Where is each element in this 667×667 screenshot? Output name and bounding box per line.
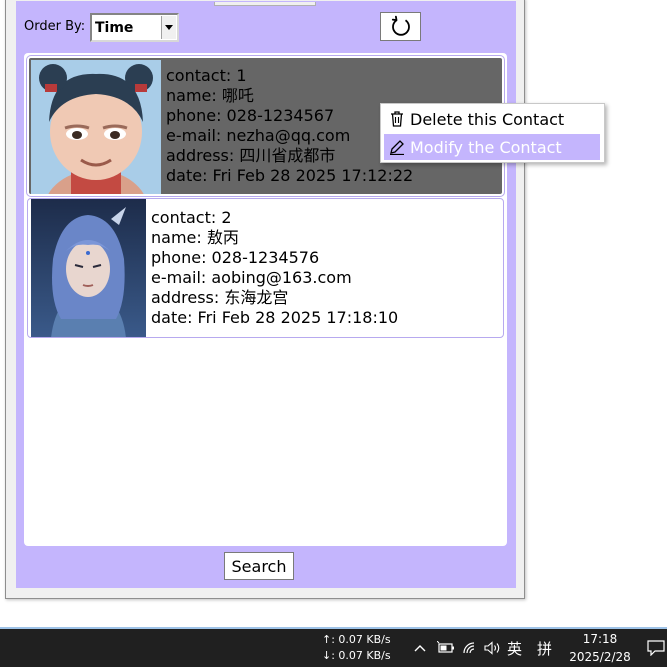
trash-icon [384, 111, 410, 127]
menu-item-label: Modify the Contact [410, 137, 562, 157]
contact-date: date: Fri Feb 28 2025 17:12:22 [166, 166, 414, 185]
upload-speed: ↑: 0.07 KB/s [322, 633, 391, 646]
contact-name: name: 敖丙 [151, 228, 239, 247]
clock-date: 2025/2/28 [569, 650, 631, 664]
order-by-value: Time [95, 20, 134, 36]
system-clock[interactable]: 17:18 2025/2/28 [568, 630, 632, 666]
refresh-button[interactable] [380, 12, 421, 41]
pencil-icon [384, 139, 410, 155]
battery-icon[interactable] [437, 641, 455, 655]
top-stub [214, 2, 316, 6]
download-speed: ↓: 0.07 KB/s [322, 649, 391, 662]
wifi-icon[interactable] [462, 641, 478, 655]
menu-item-delete-contact[interactable]: Delete this Contact [384, 106, 600, 132]
chevron-up-icon[interactable] [414, 644, 426, 652]
ime-language-indicator[interactable]: 英 [507, 638, 522, 659]
volume-icon[interactable] [484, 641, 502, 655]
contact-email: e-mail: nezha@qq.com [166, 126, 351, 145]
contact-info: contact: 2 name: 敖丙 phone: 028-1234576 e… [151, 208, 398, 328]
order-by-label: Order By: [24, 19, 86, 34]
contact-address: address: 四川省成都市 [166, 146, 336, 165]
menu-item-modify-contact[interactable]: Modify the Contact [384, 134, 600, 160]
network-speed: ↑: 0.07 KB/s ↓: 0.07 KB/s [322, 632, 391, 664]
order-by-select[interactable]: Time [90, 13, 179, 42]
taskbar: ↑: 0.07 KB/s ↓: 0.07 KB/s 英 拼 17:18 2025… [0, 627, 667, 667]
avatar [31, 60, 161, 194]
notification-icon[interactable] [647, 640, 665, 656]
search-button[interactable]: Search [224, 552, 294, 580]
context-menu: Delete this Contact Modify the Contact [380, 103, 605, 163]
contact-number: contact: 1 [166, 66, 247, 85]
clock-time: 17:18 [582, 632, 618, 646]
contact-card[interactable]: contact: 2 name: 敖丙 phone: 028-1234576 e… [27, 198, 504, 338]
contact-date: date: Fri Feb 28 2025 17:18:10 [151, 308, 399, 327]
menu-item-label: Delete this Contact [410, 109, 565, 129]
contact-email: e-mail: aobing@163.com [151, 268, 352, 287]
contact-name: name: 哪吒 [166, 86, 254, 105]
chevron-down-icon[interactable] [161, 16, 176, 39]
ime-mode-indicator[interactable]: 拼 [537, 638, 552, 659]
contact-address: address: 东海龙宫 [151, 288, 289, 307]
refresh-icon [391, 15, 410, 36]
contact-phone: phone: 028-1234567 [166, 106, 335, 125]
contact-phone: phone: 028-1234576 [151, 248, 320, 267]
avatar [31, 199, 146, 337]
contact-info: contact: 1 name: 哪吒 phone: 028-1234567 e… [166, 66, 413, 186]
contact-number: contact: 2 [151, 208, 232, 227]
